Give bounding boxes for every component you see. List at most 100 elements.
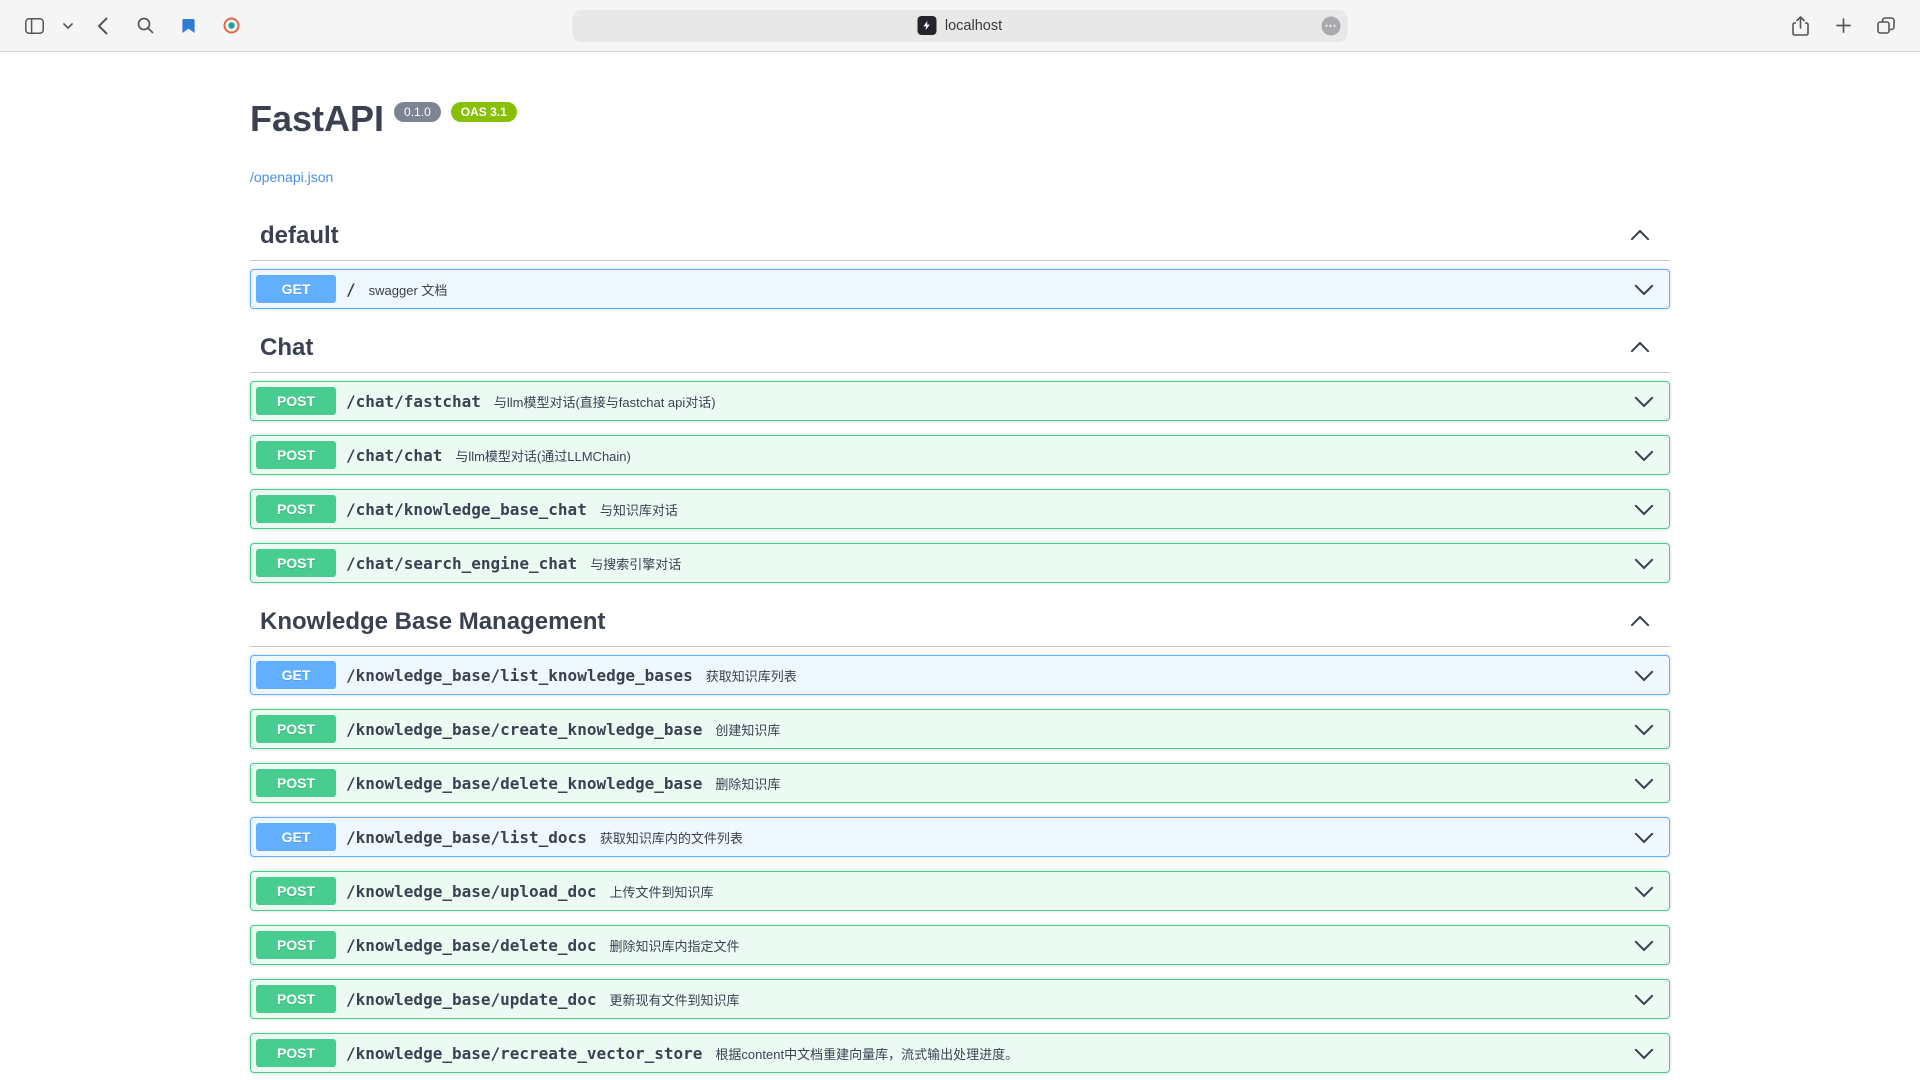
operation-description: 与llm模型对话(通过LLMChain) <box>452 446 1624 465</box>
operation-path: /knowledge_base/create_knowledge_base <box>336 720 712 739</box>
operation-description: 与知识库对话 <box>597 500 1624 519</box>
chevron-down-icon[interactable] <box>1624 445 1664 465</box>
plus-icon <box>1836 18 1851 33</box>
operation-path: /knowledge_base/recreate_vector_store <box>336 1044 712 1063</box>
api-section: default GET / swagger 文档 <box>250 211 1670 309</box>
operation-path: /knowledge_base/delete_doc <box>336 936 606 955</box>
operation-description: 获取知识库内的文件列表 <box>597 828 1624 847</box>
operation-row[interactable]: POST /chat/knowledge_base_chat 与知识库对话 <box>250 489 1670 529</box>
method-badge: POST <box>256 715 336 743</box>
title-row: FastAPI 0.1.0 OAS 3.1 <box>250 97 1670 141</box>
method-badge: POST <box>256 985 336 1013</box>
operation-description: 创建知识库 <box>712 720 1624 739</box>
bookmark-extension-icon <box>181 18 196 34</box>
back-button[interactable] <box>84 10 120 42</box>
method-badge: GET <box>256 823 336 851</box>
chevron-down-icon[interactable] <box>1624 553 1664 573</box>
operation-description: 删除知识库 <box>712 774 1624 793</box>
chevron-down-icon[interactable] <box>1624 279 1664 299</box>
operation-row[interactable]: POST /chat/fastchat 与llm模型对话(直接与fastchat… <box>250 381 1670 421</box>
chevron-up-icon[interactable] <box>1630 226 1650 246</box>
openapi-spec-link[interactable]: /openapi.json <box>250 169 333 185</box>
chevron-down-icon <box>63 23 73 29</box>
chevron-down-icon[interactable] <box>1624 881 1664 901</box>
operation-description: 上传文件到知识库 <box>606 882 1624 901</box>
api-section: Knowledge Base Management GET /knowledge… <box>250 597 1670 1073</box>
operation-row[interactable]: POST /knowledge_base/delete_knowledge_ba… <box>250 763 1670 803</box>
section-title: Knowledge Base Management <box>260 607 605 636</box>
section-title: default <box>260 221 339 250</box>
section-operations: GET / swagger 文档 <box>250 269 1670 309</box>
operation-description: 与搜索引擎对话 <box>587 554 1624 573</box>
toolbar-left-group <box>16 10 249 42</box>
method-badge: GET <box>256 661 336 689</box>
tabs-icon <box>1877 17 1895 34</box>
method-badge: POST <box>256 769 336 797</box>
operation-row[interactable]: POST /knowledge_base/upload_doc 上传文件到知识库 <box>250 871 1670 911</box>
operation-path: /chat/fastchat <box>336 392 491 411</box>
section-operations: GET /knowledge_base/list_knowledge_bases… <box>250 655 1670 1073</box>
url-text: localhost <box>945 18 1002 34</box>
operation-path: /knowledge_base/list_knowledge_bases <box>336 666 703 685</box>
chevron-up-icon[interactable] <box>1630 338 1650 358</box>
oas-badge: OAS 3.1 <box>451 102 517 122</box>
operation-row[interactable]: POST /chat/search_engine_chat 与搜索引擎对话 <box>250 543 1670 583</box>
page-title: FastAPI <box>250 97 384 141</box>
method-badge: POST <box>256 549 336 577</box>
method-badge: POST <box>256 877 336 905</box>
browser-toolbar: localhost ⋯ <box>0 0 1920 52</box>
chevron-down-icon[interactable] <box>1624 935 1664 955</box>
chevron-down-icon[interactable] <box>1624 989 1664 1009</box>
operation-row[interactable]: GET /knowledge_base/list_knowledge_bases… <box>250 655 1670 695</box>
chevron-down-icon[interactable] <box>1624 827 1664 847</box>
section-header[interactable]: Knowledge Base Management <box>250 597 1670 647</box>
api-section: Chat POST /chat/fastchat 与llm模型对话(直接与fas… <box>250 323 1670 583</box>
operation-path: /chat/knowledge_base_chat <box>336 500 597 519</box>
section-header[interactable]: Chat <box>250 323 1670 373</box>
chevron-down-icon[interactable] <box>1624 1043 1664 1063</box>
operation-row[interactable]: GET /knowledge_base/list_docs 获取知识库内的文件列… <box>250 817 1670 857</box>
operation-row[interactable]: POST /chat/chat 与llm模型对话(通过LLMChain) <box>250 435 1670 475</box>
method-badge: GET <box>256 275 336 303</box>
method-badge: POST <box>256 931 336 959</box>
record-extension-icon <box>223 17 240 34</box>
operation-description: swagger 文档 <box>366 280 1624 299</box>
extension-bookmark-button[interactable] <box>170 10 206 42</box>
share-icon <box>1792 16 1809 36</box>
api-info: FastAPI 0.1.0 OAS 3.1 /openapi.json <box>250 97 1670 187</box>
chevron-down-icon[interactable] <box>1624 665 1664 685</box>
section-title: Chat <box>260 333 313 362</box>
address-bar[interactable]: localhost ⋯ <box>573 10 1348 42</box>
sidebar-menu-chevron[interactable] <box>59 10 77 42</box>
share-button[interactable] <box>1782 10 1818 42</box>
operation-row[interactable]: POST /knowledge_base/recreate_vector_sto… <box>250 1033 1670 1073</box>
operation-row[interactable]: POST /knowledge_base/delete_doc 删除知识库内指定… <box>250 925 1670 965</box>
operation-row[interactable]: GET / swagger 文档 <box>250 269 1670 309</box>
operation-row[interactable]: POST /knowledge_base/create_knowledge_ba… <box>250 709 1670 749</box>
chevron-down-icon[interactable] <box>1624 391 1664 411</box>
method-badge: POST <box>256 441 336 469</box>
operation-description: 与llm模型对话(直接与fastchat api对话) <box>491 392 1624 411</box>
page-settings-button[interactable]: ⋯ <box>1322 16 1341 35</box>
operation-description: 更新现有文件到知识库 <box>606 990 1624 1009</box>
operation-path: /chat/search_engine_chat <box>336 554 587 573</box>
operation-path: / <box>336 280 366 299</box>
chevron-down-icon[interactable] <box>1624 719 1664 739</box>
sidebar-toggle-button[interactable] <box>16 10 52 42</box>
method-badge: POST <box>256 387 336 415</box>
sidebar-icon <box>25 18 44 34</box>
search-button[interactable] <box>127 10 163 42</box>
search-icon <box>137 17 154 34</box>
operation-description: 获取知识库列表 <box>703 666 1624 685</box>
new-tab-button[interactable] <box>1825 10 1861 42</box>
method-badge: POST <box>256 495 336 523</box>
extension-record-button[interactable] <box>213 10 249 42</box>
section-header[interactable]: default <box>250 211 1670 261</box>
tab-overview-button[interactable] <box>1868 10 1904 42</box>
api-sections: default GET / swagger 文档 Chat POST /chat… <box>250 211 1670 1073</box>
chevron-down-icon[interactable] <box>1624 499 1664 519</box>
chevron-up-icon[interactable] <box>1630 612 1650 632</box>
operation-path: /knowledge_base/update_doc <box>336 990 606 1009</box>
chevron-down-icon[interactable] <box>1624 773 1664 793</box>
operation-row[interactable]: POST /knowledge_base/update_doc 更新现有文件到知… <box>250 979 1670 1019</box>
